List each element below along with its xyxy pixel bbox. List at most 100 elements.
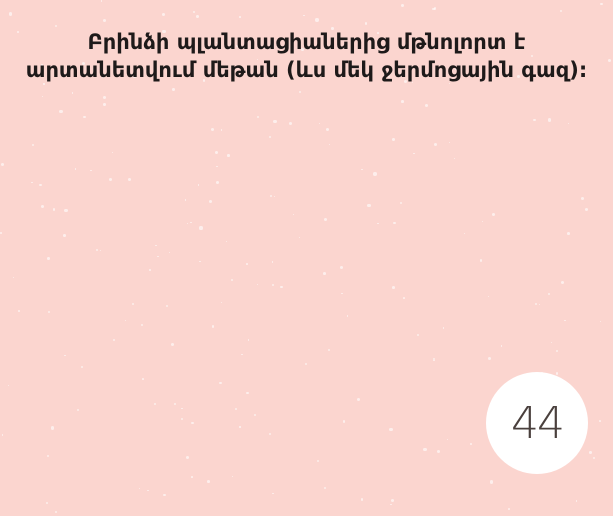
texture-speck [46,501,49,505]
texture-speck [154,403,157,406]
texture-speck [64,208,68,213]
texture-speck [190,221,192,224]
texture-speck [367,204,371,208]
texture-speck [271,283,274,286]
texture-speck [423,447,427,451]
texture-speck [40,205,44,209]
texture-speck [453,157,456,160]
texture-speck [393,221,396,225]
texture-speck [588,451,592,454]
texture-speck [555,372,559,375]
texture-speck [103,19,107,23]
texture-speck [128,178,131,182]
texture-speck [487,357,491,361]
texture-speck [279,285,283,289]
texture-speck [7,385,10,387]
texture-speck [181,407,184,410]
page-number: 44 [511,397,565,449]
texture-speck [274,196,276,198]
texture-speck [298,236,300,238]
texture-speck [48,311,51,314]
texture-speck [269,136,272,139]
texture-speck [534,303,537,306]
texture-speck [361,169,363,171]
texture-speck [357,397,361,401]
texture-speck [171,342,174,346]
texture-speck [599,321,601,323]
texture-speck [155,244,157,246]
texture-speck [469,442,472,445]
texture-speck [83,115,86,119]
texture-speck [187,223,189,225]
slide-text: Բրինձի պլանտացիաներից մթնոլորտ է արտանետ… [25,30,588,82]
texture-speck [64,354,67,357]
texture-speck [272,493,274,495]
texture-speck [413,152,415,155]
texture-speck [390,499,394,503]
texture-speck [193,11,196,14]
texture-speck [538,304,540,306]
texture-speck [316,459,319,462]
texture-speck [95,249,99,252]
texture-speck [100,0,103,2]
texture-speck [323,272,327,275]
texture-speck [323,217,327,221]
texture-speck [564,319,566,321]
texture-speck [403,296,406,299]
texture-speck [560,281,564,285]
texture-speck [112,339,115,342]
texture-speck [46,257,50,260]
texture-speck [147,489,150,492]
texture-speck [8,12,13,16]
texture-speck [463,232,465,234]
texture-speck [132,302,135,306]
texture-speck [0,232,2,235]
texture-speck [181,417,184,421]
texture-speck [293,213,295,216]
texture-speck [1,434,4,436]
texture-speck [599,420,601,423]
texture-speck [111,151,113,153]
texture-speck [342,420,346,424]
texture-speck [481,221,483,223]
texture-speck [148,269,151,272]
texture-speck [239,16,241,19]
texture-speck [211,127,215,132]
texture-speck [607,59,611,63]
texture-speck [103,103,107,106]
texture-speck [215,151,219,155]
texture-speck [479,259,483,263]
texture-speck [600,2,603,6]
texture-speck [487,295,490,298]
texture-speck [157,256,159,258]
texture-speck [446,439,448,441]
texture-speck [39,183,42,186]
texture-speck [186,455,190,459]
page-number-badge: 44 [486,372,588,474]
texture-speck [47,454,50,457]
texture-speck [184,199,187,201]
texture-speck [377,222,379,225]
texture-speck [360,497,364,501]
texture-speck [392,286,396,289]
texture-speck [305,362,308,365]
texture-speck [575,500,577,502]
texture-speck [256,283,259,286]
texture-speck [241,353,243,356]
texture-speck [231,475,233,478]
texture-speck [273,120,277,124]
texture-speck [199,226,203,230]
texture-speck [90,169,92,172]
texture-speck [246,391,249,395]
texture-speck [401,100,405,103]
texture-speck [63,233,67,237]
texture-speck [246,263,249,265]
texture-speck [271,261,274,263]
texture-speck [54,511,57,514]
texture-speck [12,277,15,279]
texture-speck [555,349,558,353]
texture-speck [31,144,35,147]
texture-speck [168,252,171,254]
texture-speck [581,197,585,201]
texture-speck [41,96,44,98]
